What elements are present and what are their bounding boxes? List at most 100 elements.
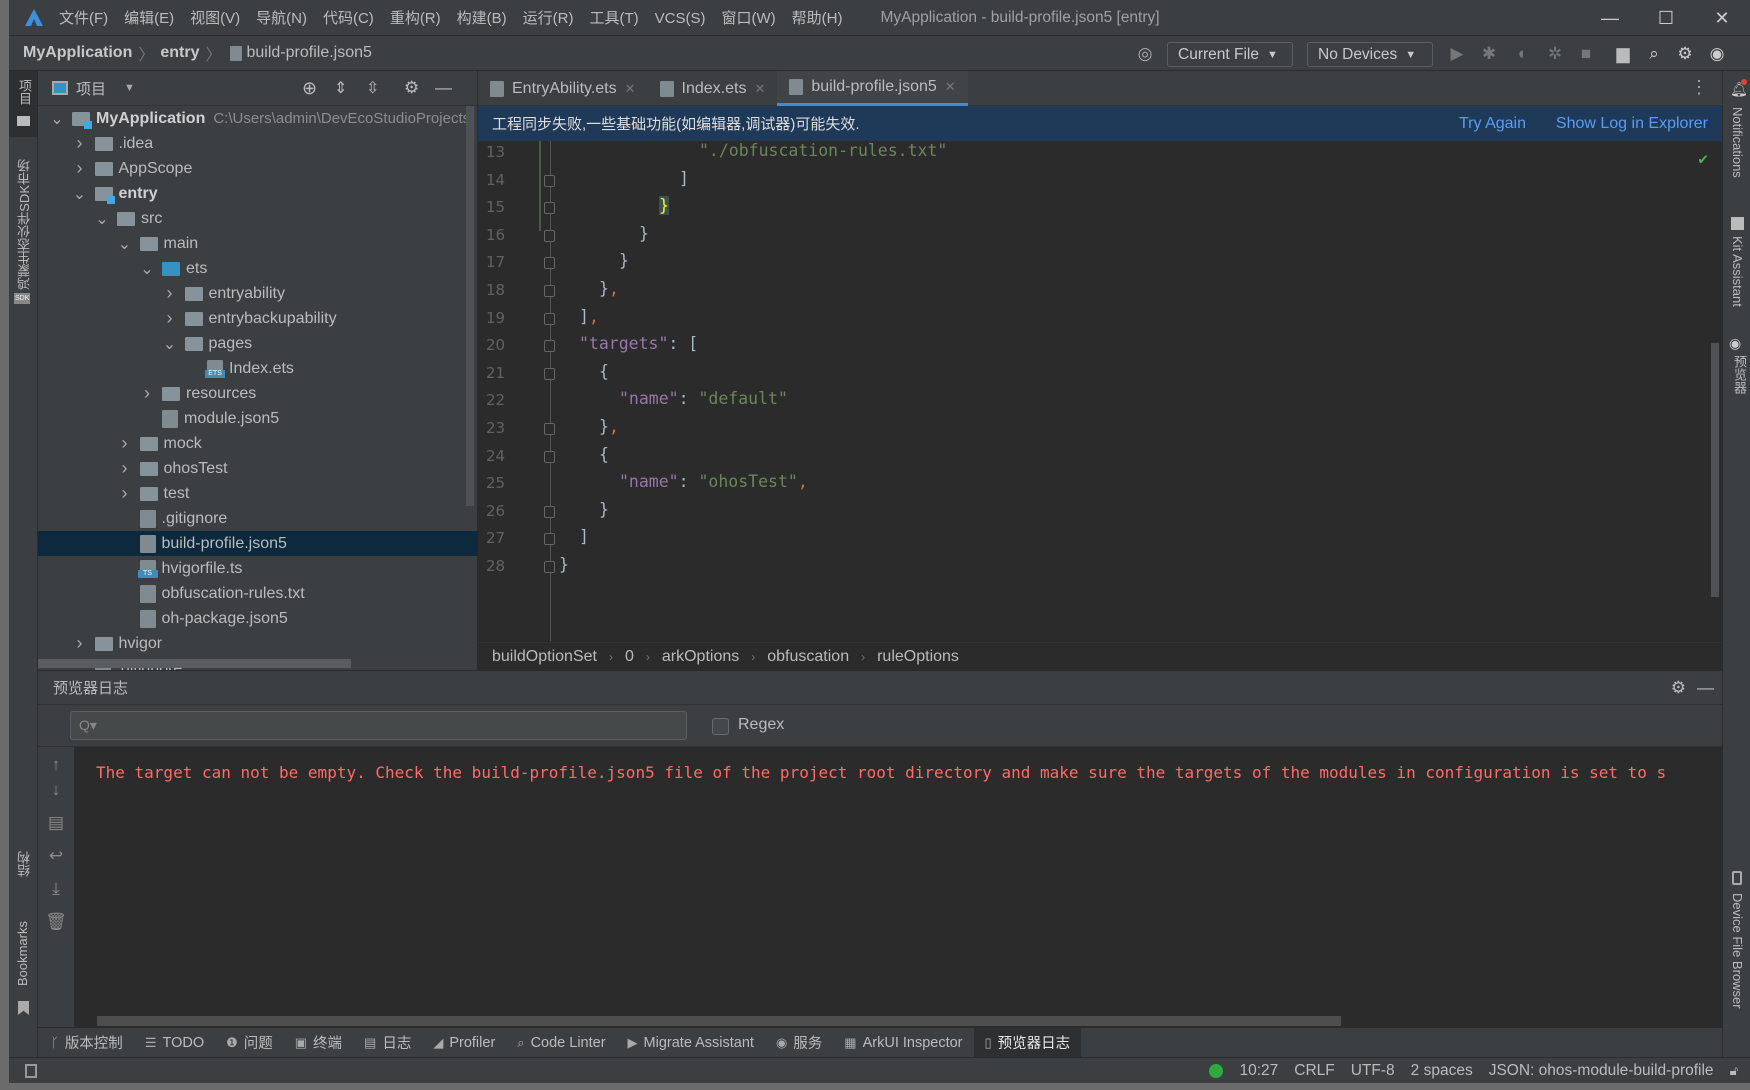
filter-log-icon[interactable]: ▤ xyxy=(38,813,74,846)
sdk-market-tool-button[interactable]: 鸿蒙生态伙伴SDK市场 xyxy=(15,159,34,290)
tool-window-button[interactable]: ◉ 服务 xyxy=(765,1028,833,1058)
editor-tab[interactable]: Index.ets ✕ xyxy=(648,71,778,106)
locate-icon[interactable]: ◎ xyxy=(1134,44,1156,66)
tree-item[interactable]: TS hvigorfile.ts xyxy=(38,556,478,581)
show-log-link[interactable]: Show Log in Explorer xyxy=(1556,115,1708,133)
tree-vertical-scrollbar[interactable] xyxy=(466,106,474,506)
chevron-down-icon[interactable]: ⌄ xyxy=(50,109,64,129)
tool-window-button[interactable]: ❶ 问题 xyxy=(215,1028,284,1058)
menu-item[interactable]: 运行(R) xyxy=(523,10,574,27)
chevron-right-icon[interactable]: › xyxy=(73,633,87,654)
minimize-panel-icon[interactable]: — xyxy=(1697,678,1714,698)
close-tab-icon[interactable]: ✕ xyxy=(945,79,956,95)
tree-item[interactable]: build-profile.json5 xyxy=(38,531,478,556)
tree-item[interactable]: ⌄ src xyxy=(38,206,478,231)
tool-window-button[interactable]: ▦ ArkUI Inspector xyxy=(833,1028,973,1058)
fold-marker-icon[interactable] xyxy=(544,312,555,325)
caret-position[interactable]: 10:27 xyxy=(1239,1062,1278,1080)
fold-marker-icon[interactable] xyxy=(544,257,555,270)
code-editor[interactable]: ✔ 13 "./obfuscation-rules.txt" 14] 15} 16} 17… xyxy=(478,141,1722,641)
line-separator[interactable]: CRLF xyxy=(1294,1062,1334,1080)
lock-icon[interactable]: 🔓︎ xyxy=(1730,1063,1738,1079)
editor-tab[interactable]: build-profile.json5 ✕ xyxy=(777,71,968,106)
tree-item[interactable]: ⌄ MyApplication C:\Users\admin\DevEcoStudi… xyxy=(38,106,478,131)
kit-assistant-tool-button[interactable]: Kit Assistant xyxy=(1730,236,1745,307)
breadcrumb-item[interactable]: arkOptions xyxy=(662,648,739,666)
hide-panel-icon[interactable]: — xyxy=(435,78,452,98)
tool-window-button[interactable]: ◢ Profiler xyxy=(422,1028,506,1058)
menu-item[interactable]: 构建(B) xyxy=(457,10,507,27)
chevron-down-icon[interactable]: ⌄ xyxy=(95,209,109,229)
menu-item[interactable]: VCS(S) xyxy=(655,10,706,27)
tree-item[interactable]: module.json5 xyxy=(38,406,478,431)
tree-item[interactable]: ⌄ ets xyxy=(38,256,478,281)
fold-marker-icon[interactable] xyxy=(544,450,555,463)
attach-debugger-icon[interactable]: ◖ xyxy=(1510,44,1532,66)
account-icon[interactable]: ◉ xyxy=(1706,44,1728,66)
editor-tab[interactable]: EntryAbility.ets ✕ xyxy=(478,71,648,106)
expand-all-icon[interactable]: ⇕ xyxy=(334,78,347,98)
chevron-right-icon[interactable]: › xyxy=(140,383,154,404)
menu-item[interactable]: 代码(C) xyxy=(323,10,374,27)
fold-marker-icon[interactable] xyxy=(544,423,555,435)
chevron-down-icon[interactable]: ▼ xyxy=(124,82,135,94)
tool-window-button[interactable]: ▤ 日志 xyxy=(353,1028,422,1058)
tree-item[interactable]: obfuscation-rules.txt xyxy=(38,581,478,606)
editor-vertical-scrollbar[interactable] xyxy=(1711,343,1719,597)
bookmarks-tool-button[interactable]: Bookmarks xyxy=(15,921,30,986)
tool-window-button[interactable]: ▶ Migrate Assistant xyxy=(617,1028,765,1058)
stop-icon[interactable]: ■ xyxy=(1575,44,1597,66)
indent-setting[interactable]: 2 spaces xyxy=(1411,1062,1473,1080)
soft-wrap-icon[interactable]: ↩ xyxy=(38,846,74,879)
breadcrumb-item[interactable]: 0 xyxy=(625,648,634,666)
breadcrumb-item[interactable]: ruleOptions xyxy=(877,648,959,666)
chevron-right-icon[interactable]: › xyxy=(163,283,177,304)
toggle-tool-windows-icon[interactable] xyxy=(25,1063,37,1078)
close-tab-icon[interactable]: ✕ xyxy=(625,81,636,97)
tool-window-button[interactable]: ▣ 终端 xyxy=(284,1028,353,1058)
menu-item[interactable]: 工具(T) xyxy=(589,10,638,27)
trash-icon[interactable]: 🗑︎ xyxy=(38,912,74,945)
run-icon[interactable]: ▶ xyxy=(1446,44,1468,66)
tree-item[interactable]: oh-package.json5 xyxy=(38,606,478,631)
scroll-to-end-icon[interactable]: ⤓ xyxy=(38,879,74,912)
fold-marker-icon[interactable] xyxy=(544,285,555,297)
tree-item[interactable]: ⌄ entry xyxy=(38,181,478,206)
fold-marker-icon[interactable] xyxy=(544,340,555,353)
fold-marker-icon[interactable] xyxy=(544,533,555,546)
tree-item[interactable]: › resources xyxy=(38,381,478,406)
profile-icon[interactable]: ✲ xyxy=(1544,44,1566,66)
fold-marker-icon[interactable] xyxy=(544,202,555,215)
tree-item[interactable]: › AppScope xyxy=(38,156,478,181)
structure-tool-button[interactable]: 结构 xyxy=(15,851,34,877)
settings-icon[interactable]: ⚙ xyxy=(1674,44,1696,66)
fold-marker-icon[interactable] xyxy=(544,561,555,573)
menu-item[interactable]: 编辑(E) xyxy=(124,10,174,27)
device-file-browser-tool-button[interactable]: Device File Browser xyxy=(1730,893,1745,1009)
arrow-down-icon[interactable]: ↓ xyxy=(38,780,74,813)
nav-crumb-file[interactable]: build-profile.json5 xyxy=(247,44,372,62)
search-icon[interactable]: ⌕ xyxy=(1643,44,1665,66)
gear-icon[interactable]: ⚙ xyxy=(404,78,419,98)
chevron-right-icon[interactable]: › xyxy=(73,133,87,154)
menu-item[interactable]: 导航(N) xyxy=(256,10,307,27)
tree-item[interactable]: .gitignore xyxy=(38,506,478,531)
device-dropdown[interactable]: No Devices ▼ xyxy=(1307,42,1433,67)
fold-marker-icon[interactable] xyxy=(544,367,555,380)
close-button[interactable]: ✕ xyxy=(1694,0,1750,36)
tree-item[interactable]: › entryability xyxy=(38,281,478,306)
project-structure-icon[interactable]: ▆ xyxy=(1612,44,1634,66)
tree-item[interactable]: › test xyxy=(38,481,478,506)
menu-item[interactable]: 重构(R) xyxy=(390,10,441,27)
more-tabs-icon[interactable]: ⋮ xyxy=(1690,77,1708,98)
collapse-all-icon[interactable]: ⇳ xyxy=(366,78,379,98)
tree-item[interactable]: › entrybackupability xyxy=(38,306,478,331)
tool-window-button[interactable]: ⌕ Code Linter xyxy=(506,1028,616,1058)
tree-item[interactable]: › hvigor xyxy=(38,631,478,656)
menu-item[interactable]: 帮助(H) xyxy=(792,10,843,27)
minimize-button[interactable]: — xyxy=(1582,0,1638,36)
fold-marker-icon[interactable] xyxy=(544,229,555,242)
log-horizontal-scrollbar[interactable] xyxy=(97,1016,1341,1026)
gear-icon[interactable]: ⚙ xyxy=(1671,678,1686,698)
fold-marker-icon[interactable] xyxy=(544,505,555,518)
